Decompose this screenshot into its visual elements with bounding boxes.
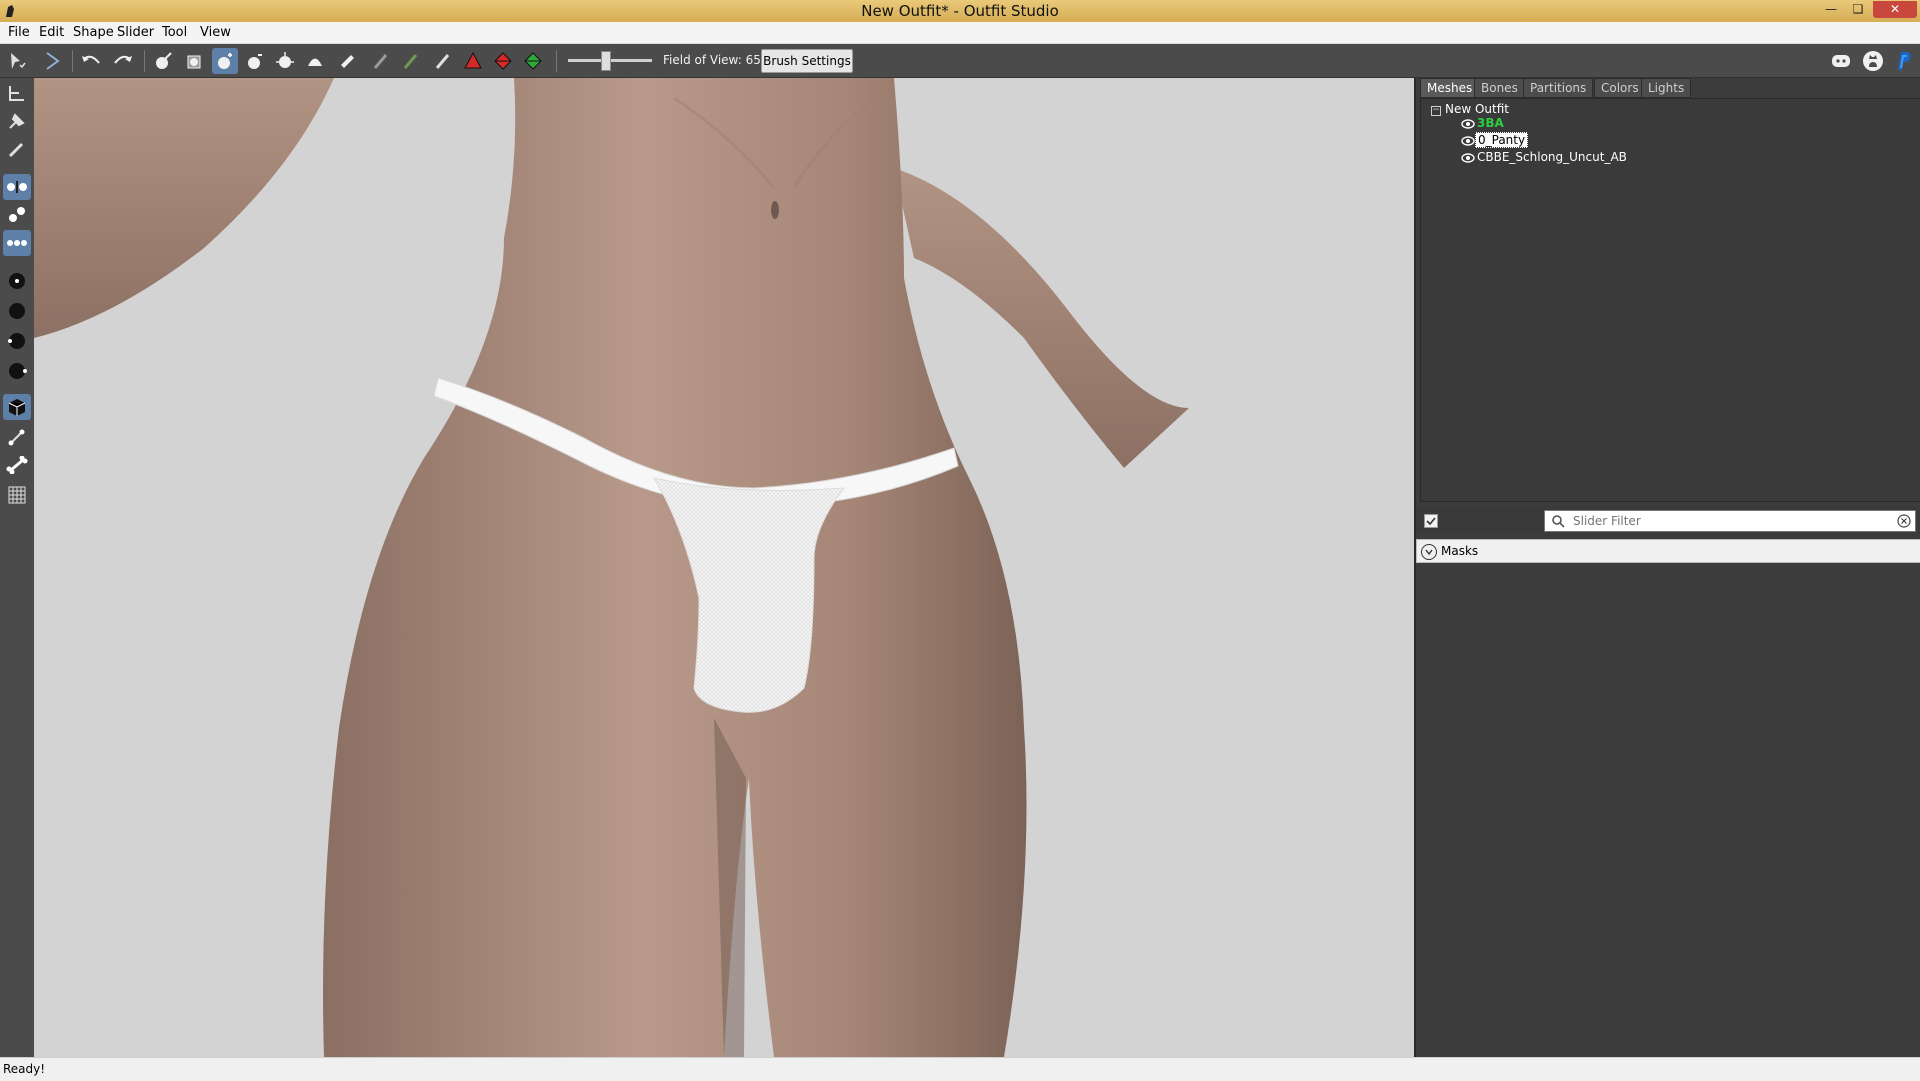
- minimize-button[interactable]: —: [1818, 1, 1844, 18]
- tab-meshes[interactable]: Meshes: [1420, 78, 1480, 98]
- brush-green-icon[interactable]: [520, 48, 546, 74]
- brush-red-green-icon[interactable]: [490, 48, 516, 74]
- mesh-item-0-panty[interactable]: 0_Panty: [1475, 132, 1529, 148]
- brush-size-large-icon[interactable]: [3, 328, 31, 354]
- menu-view[interactable]: View: [200, 25, 231, 40]
- transform-tool-icon[interactable]: [40, 48, 66, 74]
- 3d-viewport[interactable]: [34, 78, 1414, 1057]
- window-title: New Outfit* - Outfit Studio: [861, 2, 1059, 20]
- brush-size-medium-icon[interactable]: [3, 298, 31, 324]
- search-icon: [1552, 515, 1565, 528]
- mirror-z-icon[interactable]: [3, 230, 31, 256]
- masks-label: Masks: [1441, 544, 1479, 558]
- slider-select-all-checkbox[interactable]: [1424, 514, 1438, 528]
- brush-settings-button[interactable]: Brush Settings: [761, 49, 853, 73]
- visibility-eye-icon[interactable]: [1461, 153, 1475, 163]
- slider-filter-input[interactable]: [1571, 512, 1895, 530]
- brush-alpha-icon[interactable]: [430, 48, 456, 74]
- mirror-y-icon[interactable]: [3, 202, 31, 228]
- github-icon[interactable]: [1860, 48, 1886, 74]
- select-tool-icon[interactable]: [4, 48, 30, 74]
- brush-undiff-icon[interactable]: [334, 48, 360, 74]
- menu-slider[interactable]: Slider: [117, 25, 154, 40]
- paypal-icon[interactable]: [1890, 48, 1916, 74]
- tab-colors[interactable]: Colors: [1594, 78, 1646, 98]
- brush-size-xlarge-icon[interactable]: [3, 358, 31, 384]
- slider-header: [1416, 506, 1920, 534]
- visibility-eye-icon[interactable]: [1461, 119, 1475, 129]
- brush-color-icon[interactable]: [398, 48, 424, 74]
- transform-icon[interactable]: [3, 80, 31, 106]
- tree-collapse-icon[interactable]: −: [1431, 106, 1441, 116]
- discord-icon[interactable]: [1828, 48, 1854, 74]
- status-bar: Ready!: [0, 1057, 1920, 1081]
- title-bar: New Outfit* - Outfit Studio — ❏ ✕: [0, 0, 1920, 22]
- main-toolbar: Field of View: 65 Brush Settings: [0, 44, 1920, 78]
- menu-edit[interactable]: Edit: [39, 25, 64, 40]
- brush-unmask-icon[interactable]: [182, 48, 208, 74]
- brush-size-small-icon[interactable]: [3, 268, 31, 294]
- model-render: [34, 78, 1189, 1057]
- mesh-tree: − New Outfit 3BA 0_Panty CBBE_Schlong_Un…: [1420, 98, 1920, 502]
- brush-move-icon[interactable]: [272, 48, 298, 74]
- menu-tool[interactable]: Tool: [162, 25, 187, 40]
- mesh-item-3ba[interactable]: 3BA: [1477, 116, 1504, 130]
- brush-mask-icon[interactable]: [150, 48, 176, 74]
- brush-smooth-icon[interactable]: [302, 48, 328, 74]
- tab-lights[interactable]: Lights: [1641, 78, 1692, 98]
- tree-root-new-outfit[interactable]: New Outfit: [1445, 102, 1509, 116]
- vertex-select-icon[interactable]: [3, 136, 31, 162]
- pivot-icon[interactable]: [3, 108, 31, 134]
- brush-deflate-icon[interactable]: [242, 48, 268, 74]
- visibility-eye-icon[interactable]: [1461, 136, 1475, 146]
- chevron-down-icon[interactable]: [1421, 544, 1437, 560]
- mesh-item-cbbe-schlong[interactable]: CBBE_Schlong_Uncut_AB: [1477, 150, 1627, 164]
- left-toolbar: [0, 78, 34, 1057]
- close-button[interactable]: ✕: [1873, 1, 1917, 18]
- masks-section[interactable]: Masks: [1416, 539, 1920, 563]
- edge-icon[interactable]: [3, 424, 31, 450]
- undo-icon[interactable]: [78, 48, 104, 74]
- fov-label: Field of View: 65: [663, 53, 761, 67]
- brush-red-icon[interactable]: [460, 48, 486, 74]
- status-text: Ready!: [3, 1062, 46, 1076]
- menu-bar: File Edit Shape Slider Tool View: [0, 22, 1920, 44]
- cube-icon[interactable]: [3, 394, 31, 420]
- brush-weight-icon[interactable]: [368, 48, 394, 74]
- slider-filter-box[interactable]: [1544, 510, 1916, 532]
- restore-button[interactable]: ❏: [1845, 1, 1871, 18]
- left-arm: [34, 78, 334, 338]
- right-panel: Meshes Bones Partitions Colors Lights − …: [1414, 78, 1920, 1057]
- tab-partitions[interactable]: Partitions: [1523, 78, 1594, 98]
- menu-file[interactable]: File: [8, 25, 30, 40]
- bone-icon[interactable]: [3, 452, 31, 478]
- mirror-x-icon[interactable]: [3, 174, 31, 200]
- menu-shape[interactable]: Shape: [73, 25, 114, 40]
- clear-filter-icon[interactable]: [1897, 514, 1911, 528]
- redo-icon[interactable]: [110, 48, 136, 74]
- brush-inflate-icon[interactable]: [212, 48, 238, 74]
- grid-icon[interactable]: [3, 482, 31, 508]
- tab-bones[interactable]: Bones: [1474, 78, 1525, 98]
- fov-slider-thumb[interactable]: [601, 51, 611, 71]
- navel: [771, 201, 779, 219]
